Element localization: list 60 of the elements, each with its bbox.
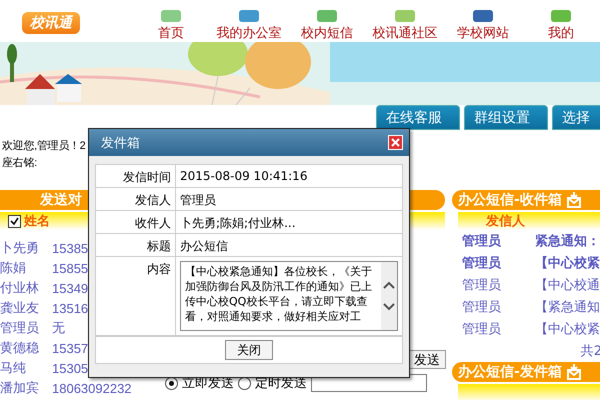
send-button[interactable]: 发送: [408, 350, 446, 369]
contact-name: 管理员: [0, 319, 40, 337]
phone-number: 无: [52, 319, 65, 337]
subject-link[interactable]: 【中心校通: [535, 276, 600, 294]
close-button[interactable]: 关闭: [225, 340, 273, 360]
contact-name: 黄德稳: [0, 339, 40, 357]
subject-link[interactable]: 【中心校紧: [535, 254, 600, 272]
phone-number: 15855: [52, 260, 88, 276]
tab[interactable]: 选择: [552, 105, 600, 130]
select-all-checkbox[interactable]: [8, 214, 21, 228]
field-label: 标题: [96, 234, 176, 256]
contact-name: 付业林: [0, 279, 40, 297]
phone-number: 15385: [52, 240, 88, 256]
subject-link[interactable]: 【紧急通知: [535, 298, 600, 316]
field-value: 管理员: [179, 192, 217, 209]
phone-number: 15305: [52, 360, 88, 376]
nav-link[interactable]: 学校网站: [444, 10, 522, 42]
contact-name: 卜先勇: [0, 239, 40, 257]
dialog-title: 发件箱: [101, 134, 140, 152]
phone-number: 18063092232: [52, 380, 132, 396]
phone-number: 15349: [52, 280, 88, 296]
sender-link[interactable]: 管理员: [462, 276, 535, 294]
phone-number: 15357: [52, 340, 88, 356]
sender-link[interactable]: 管理员: [462, 320, 535, 338]
outbox-title: 办公短信-发件箱: [458, 363, 562, 381]
subject-link[interactable]: 【中心校紧: [535, 320, 600, 338]
sender-link[interactable]: 管理员: [462, 254, 535, 272]
field-label: 发信时间: [96, 165, 176, 187]
tab[interactable]: 在线客服: [376, 105, 460, 130]
tab[interactable]: 群组设置: [464, 105, 548, 130]
nav-link[interactable]: 我的办公室: [210, 10, 288, 42]
nav-link[interactable]: 校内短信: [288, 10, 366, 42]
welcome-text: 欢迎您,管理员！2: [2, 138, 86, 154]
nav-link[interactable]: 校讯通社区: [366, 10, 444, 42]
nav-link[interactable]: 首页: [132, 10, 210, 42]
field-value: 办公短信: [179, 238, 229, 255]
field-label: 内容: [96, 257, 176, 335]
sender-link[interactable]: 管理员: [462, 232, 535, 250]
sender-link[interactable]: 管理员: [462, 298, 535, 316]
field-value: 2015-08-09 10:41:16: [179, 168, 308, 185]
field-label: 收件人: [96, 211, 176, 233]
subject-link[interactable]: 紧急通知：: [535, 232, 600, 250]
logo-text: 校讯通: [22, 12, 80, 34]
field-label: 发信人: [96, 188, 176, 210]
contact-name: 潘加宾: [0, 379, 40, 397]
close-icon[interactable]: [388, 135, 403, 150]
outbox-icon: [566, 364, 582, 380]
content-field[interactable]: 【中心校紧急通知】各位校长，《关于加强防御台风及防汛工作的通知》已上传中心校QQ校长平台，请立即下载查看，对照通知要求，做好相关应对工: [180, 261, 398, 331]
contact-name: 陈娟: [0, 259, 27, 277]
phone-number: 13516: [52, 300, 88, 316]
motto-label: 座右铭:: [2, 156, 37, 171]
inbox-icon: [566, 192, 582, 208]
sender-heading: 发信人: [458, 212, 600, 230]
nav-link[interactable]: 我的: [522, 10, 600, 42]
inbox-title: 办公短信-收件箱: [458, 191, 562, 209]
scroll-arrows-icon[interactable]: [381, 262, 397, 330]
contact-name: 龚业友: [0, 299, 40, 317]
name-heading: 姓名: [24, 213, 50, 230]
contact-name: 马纯: [0, 359, 27, 377]
field-value: 卜先勇;陈娟;付业林...: [179, 215, 297, 232]
